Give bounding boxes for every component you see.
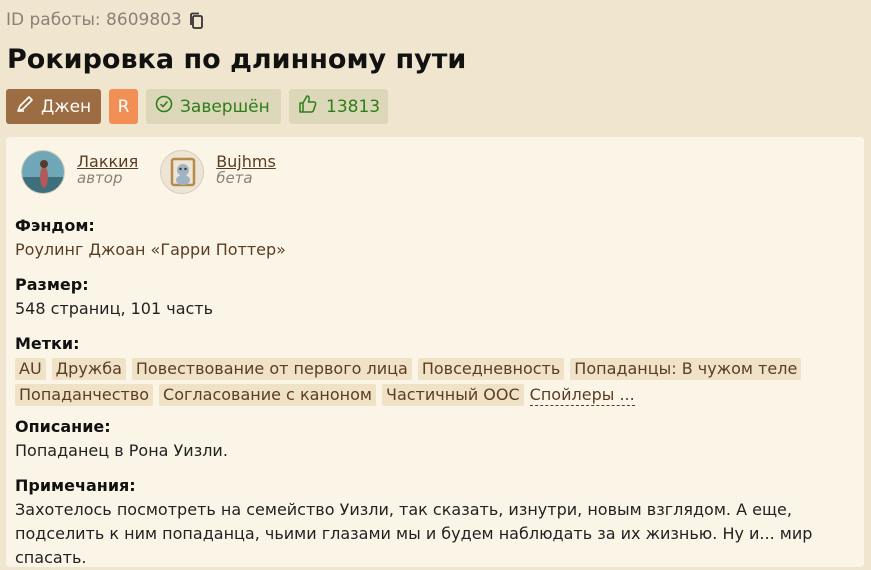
rating-badge[interactable]: R [109,89,138,124]
size-value: 548 страниц, 101 часть [15,299,214,318]
author-avatar[interactable] [21,150,65,194]
thumbs-up-icon [298,94,318,119]
fandom-link[interactable]: Роулинг Джоан «Гарри Поттер» [15,238,286,262]
tag-item[interactable]: Частичный ООС [381,384,524,406]
author-entry: Лаккия автор [21,150,138,194]
page-title: Рокировка по длинному пути [7,44,467,75]
copy-icon[interactable] [188,12,204,30]
author-name[interactable]: Лаккия [77,154,138,170]
check-circle-icon [155,95,173,118]
notes-section: Примечания: Захотелось посмотреть на сем… [15,476,860,570]
tags-label: Метки: [15,334,80,353]
likes-badge[interactable]: 13813 [289,89,388,124]
description-value: Попаданец в Рона Уизли. [15,441,228,460]
direction-badge[interactable]: Джен [6,89,101,124]
beta-text: Bujhms бета [216,154,276,187]
direction-label: Джен [41,96,92,117]
notes-value: Захотелось посмотреть на семейство Уизли… [15,500,813,567]
tag-item[interactable]: Повествование от первого лица [131,358,412,380]
rating-label: R [117,96,130,117]
beta-role: бета [216,169,253,187]
work-id: ID работы: 8609803 [6,10,204,30]
people-list: Лаккия автор Bujhms бета [21,150,276,194]
tag-item[interactable]: Согласование с каноном [159,384,376,406]
status-label: Завершён [180,96,270,117]
pen-icon [15,94,35,119]
beta-avatar[interactable] [160,150,205,194]
description-label: Описание: [15,417,111,436]
tag-item[interactable]: Дружба [51,358,126,380]
badges: Джен R Завершён 13813 [6,89,388,124]
tag-item[interactable]: AU [15,358,46,380]
fandom-label: Фэндом: [15,216,95,235]
tags-section: Метки: AU Дружба Повествование от первог… [15,334,865,406]
likes-count: 13813 [326,96,381,117]
status-badge[interactable]: Завершён [146,89,281,124]
size-section: Размер: 548 страниц, 101 часть [15,275,213,321]
tag-list: AU Дружба Повествование от первого лица … [15,358,865,406]
size-label: Размер: [15,275,89,294]
description-section: Описание: Попаданец в Рона Уизли. [15,417,228,463]
author-role: автор [77,169,123,187]
author-text: Лаккия автор [77,154,138,187]
notes-label: Примечания: [15,476,136,495]
tag-item[interactable]: Повседневность [417,358,565,380]
fandom-section: Фэндом: Роулинг Джоан «Гарри Поттер» [15,216,286,262]
beta-entry: Bujhms бета [160,150,276,194]
tag-item[interactable]: Попаданчество [15,384,154,406]
work-id-label: ID работы: 8609803 [6,10,182,30]
beta-name[interactable]: Bujhms [216,154,276,170]
spoilers-toggle[interactable]: Спойлеры ... [529,384,635,406]
tag-item[interactable]: Попаданцы: В чужом теле [570,358,802,380]
work-info-panel: Лаккия автор Bujhms бета Фэндом: Роулинг… [6,137,864,567]
